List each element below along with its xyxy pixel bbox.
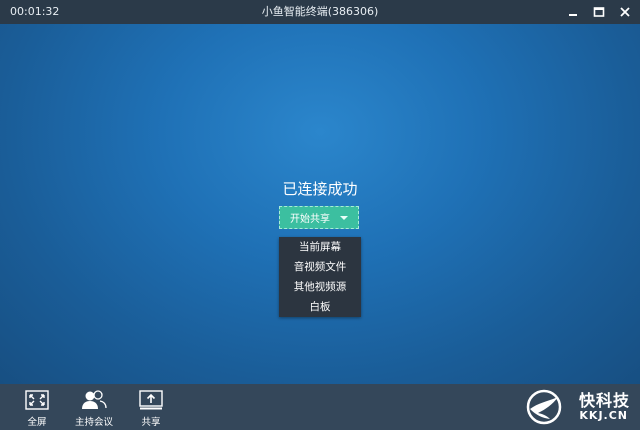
share-upload-icon bbox=[139, 390, 163, 410]
host-meeting-button[interactable]: 主持会议 bbox=[64, 389, 124, 429]
caret-down-icon bbox=[340, 215, 348, 220]
maximize-icon[interactable] bbox=[592, 5, 606, 19]
title-bar: 00:01:32 小鱼智能终端(386306) bbox=[0, 0, 640, 24]
host-meeting-icon bbox=[82, 390, 107, 409]
start-share-button[interactable]: 开始共享 bbox=[279, 206, 359, 229]
fullscreen-button[interactable]: 全屏 bbox=[7, 389, 67, 429]
menu-item-whiteboard[interactable]: 白板 bbox=[279, 297, 361, 317]
close-icon[interactable] bbox=[618, 5, 632, 19]
start-share-label: 开始共享 bbox=[290, 214, 330, 225]
share-button[interactable]: 共享 bbox=[121, 389, 181, 429]
watermark-brand: 快科技 bbox=[578, 391, 630, 410]
menu-item-av-file[interactable]: 音视频文件 bbox=[279, 257, 361, 277]
swallow-logo-icon bbox=[526, 389, 562, 425]
window-title: 小鱼智能终端(386306) bbox=[261, 5, 379, 18]
watermark: 快科技 KKJ.CN bbox=[522, 385, 634, 429]
share-menu: 当前屏幕 音视频文件 其他视频源 白板 bbox=[279, 237, 361, 317]
fullscreen-icon bbox=[25, 390, 49, 410]
minimize-icon[interactable] bbox=[566, 5, 580, 19]
bottom-toolbar: 全屏 主持会议 共享 快科技 KKJ.CN bbox=[0, 384, 640, 430]
watermark-domain: KKJ.CN bbox=[579, 409, 628, 422]
video-area: 已连接成功 开始共享 当前屏幕 音视频文件 其他视频源 白板 bbox=[0, 24, 640, 384]
host-meeting-label: 主持会议 bbox=[74, 417, 113, 428]
menu-item-other-video-source[interactable]: 其他视频源 bbox=[279, 277, 361, 297]
fullscreen-label: 全屏 bbox=[27, 417, 47, 428]
window-controls bbox=[566, 0, 632, 24]
share-label: 共享 bbox=[141, 417, 161, 428]
connection-status: 已连接成功 bbox=[282, 180, 358, 198]
menu-item-current-screen[interactable]: 当前屏幕 bbox=[279, 237, 361, 257]
